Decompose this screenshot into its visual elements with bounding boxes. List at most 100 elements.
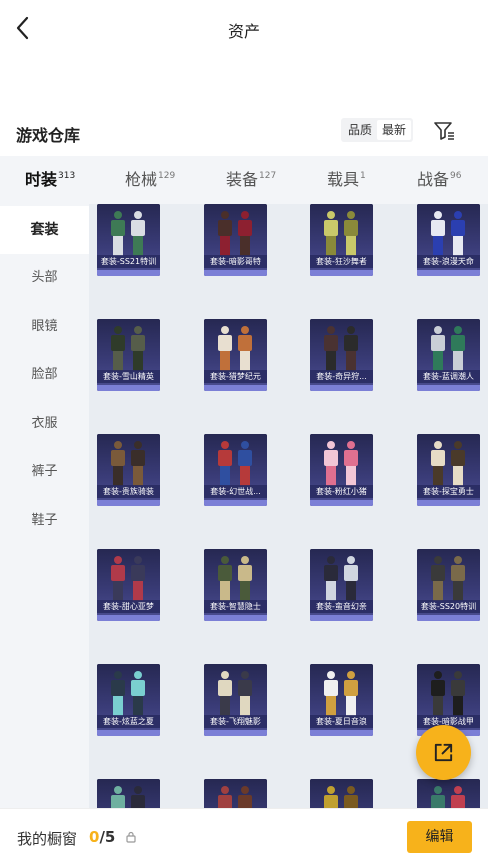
rarity-bar: [204, 385, 267, 391]
item-card[interactable]: 套装-SS20特训: [417, 549, 480, 621]
outfit-figure-icon: [324, 441, 358, 486]
sort-option-quality[interactable]: 品质: [343, 120, 377, 140]
outfit-figure-icon: [431, 211, 465, 256]
item-card-label: 套装-狂沙舞者: [310, 255, 373, 268]
sidebar-item-suits[interactable]: 套装: [0, 206, 89, 254]
filter-icon[interactable]: [432, 119, 456, 143]
item-card[interactable]: 套装-蓝调潮人: [417, 319, 480, 391]
warehouse-title: 游戏仓库: [16, 126, 81, 145]
tab-label: 装备: [226, 170, 259, 189]
tab-fashion[interactable]: 时装313: [25, 166, 75, 190]
showcase-count-current: 0: [89, 828, 100, 846]
sort-option-newest[interactable]: 最新: [377, 120, 412, 140]
rarity-bar: [204, 270, 267, 276]
item-card[interactable]: 套装-浪漫天命: [417, 204, 480, 276]
sidebar-item-clothes[interactable]: 衣服: [0, 400, 89, 448]
rarity-bar: [310, 730, 373, 736]
tab-count: 127: [259, 171, 277, 181]
item-card[interactable]: 套装-粉红小猪: [310, 434, 373, 506]
rarity-bar: [310, 615, 373, 621]
sidebar-item-head[interactable]: 头部: [0, 254, 89, 302]
item-card-label: 套装-甜心亚梦: [97, 600, 160, 613]
rarity-bar: [204, 500, 267, 506]
outfit-figure-icon: [324, 556, 358, 601]
item-card[interactable]: 套装-暗影哥特: [204, 204, 267, 276]
showcase-label: 我的橱窗: [17, 830, 78, 848]
item-card-label: 套装-幻世战...: [204, 485, 267, 498]
rarity-bar: [97, 615, 160, 621]
sidebar-item-pants[interactable]: 裤子: [0, 448, 89, 496]
item-card-label: 套装-蛮音幻亲: [310, 600, 373, 613]
rarity-bar: [310, 270, 373, 276]
outfit-figure-icon: [111, 211, 145, 256]
outfit-figure-icon: [324, 786, 358, 808]
rarity-bar: [97, 730, 160, 736]
outfit-figure-icon: [431, 786, 465, 808]
item-card-label: 套装-蓝调潮人: [417, 370, 480, 383]
share-button[interactable]: [416, 725, 471, 780]
item-card-label: 套装-奇异狩...: [310, 370, 373, 383]
tab-count: 129: [158, 171, 176, 181]
bottom-bar: 我的橱窗 0/5 编辑: [0, 808, 488, 864]
item-card-label: 套装-暗影哥特: [204, 255, 267, 268]
item-card[interactable]: 套装-幻世战...: [204, 434, 267, 506]
outfit-figure-icon: [324, 211, 358, 256]
item-card[interactable]: 套装-雪山精英: [97, 319, 160, 391]
item-card-label: 套装-炫蓝之夏: [97, 715, 160, 728]
item-card[interactable]: 套装-甜心亚梦: [97, 549, 160, 621]
item-card-label: 套装-夏日音浪: [310, 715, 373, 728]
tab-label: 时装: [25, 170, 58, 189]
outfit-figure-icon: [431, 326, 465, 371]
tab-label: 载具: [327, 170, 360, 189]
sidebar-item-face[interactable]: 脸部: [0, 351, 89, 399]
outfit-figure-icon: [431, 441, 465, 486]
sort-toggle: 品质 最新: [341, 118, 414, 142]
item-card-label: 套装-贵族骑装: [97, 485, 160, 498]
item-card[interactable]: 套装-探宝勇士: [417, 434, 480, 506]
item-card[interactable]: 套装-夏日音浪: [310, 664, 373, 736]
page-title: 资产: [227, 22, 260, 41]
sidebar-item-glasses[interactable]: 眼镜: [0, 303, 89, 351]
outfit-figure-icon: [431, 671, 465, 716]
item-card-label: 套装-猎梦纪元: [204, 370, 267, 383]
item-card[interactable]: [310, 779, 373, 808]
item-card-label: 套装-雪山精英: [97, 370, 160, 383]
rarity-bar: [97, 500, 160, 506]
item-card[interactable]: 套装-狂沙舞者: [310, 204, 373, 276]
sidebar-item-shoes[interactable]: 鞋子: [0, 497, 89, 545]
top-bar: 资产: [0, 0, 488, 56]
item-card[interactable]: 套装-智慧隐士: [204, 549, 267, 621]
item-card-label: 套装-SS21特训: [97, 255, 160, 268]
outfit-figure-icon: [218, 211, 252, 256]
tab-count: 313: [58, 171, 76, 181]
tab-vehicles[interactable]: 载具1: [327, 166, 366, 190]
outfit-figure-icon: [218, 786, 252, 808]
rarity-bar: [97, 385, 160, 391]
item-card-label: 套装-智慧隐士: [204, 600, 267, 613]
item-card[interactable]: 套装-贵族骑装: [97, 434, 160, 506]
item-card[interactable]: [97, 779, 160, 808]
rarity-bar: [417, 615, 480, 621]
outfit-figure-icon: [324, 671, 358, 716]
item-card[interactable]: 套装-SS21特训: [97, 204, 160, 276]
rarity-bar: [310, 500, 373, 506]
showcase-count-total: /5: [99, 828, 116, 846]
tab-count: 1: [360, 171, 366, 181]
item-card[interactable]: 套装-猎梦纪元: [204, 319, 267, 391]
item-card-label: 套装-飞翔魅影: [204, 715, 267, 728]
edit-button[interactable]: 编辑: [407, 821, 472, 853]
tab-supplies[interactable]: 战备96: [417, 166, 461, 190]
tab-label: 枪械: [125, 170, 158, 189]
item-card[interactable]: [417, 779, 480, 808]
tab-guns[interactable]: 枪械129: [125, 166, 175, 190]
item-card[interactable]: 套装-蛮音幻亲: [310, 549, 373, 621]
tab-equipment[interactable]: 装备127: [226, 166, 276, 190]
outfit-figure-icon: [218, 556, 252, 601]
item-card[interactable]: 套装-炫蓝之夏: [97, 664, 160, 736]
item-card[interactable]: 套装-飞翔魅影: [204, 664, 267, 736]
item-card[interactable]: [204, 779, 267, 808]
item-card[interactable]: 套装-奇异狩...: [310, 319, 373, 391]
rarity-bar: [204, 615, 267, 621]
lock-icon: [126, 831, 136, 843]
outfit-figure-icon: [111, 441, 145, 486]
